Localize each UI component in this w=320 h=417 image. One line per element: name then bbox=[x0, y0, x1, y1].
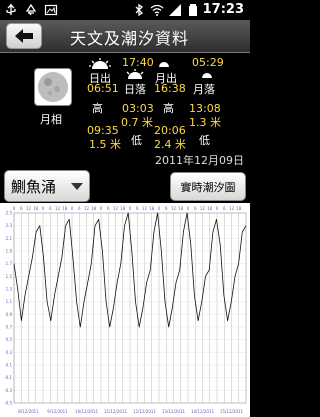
chart-top-tick-label: 6 bbox=[20, 206, 23, 211]
chart-top-tick-label: 0 bbox=[129, 206, 132, 211]
chart-top-tick-label: 6 bbox=[107, 206, 110, 211]
chart-top-tick-label: 6 bbox=[165, 206, 168, 211]
chart-top-tick-label: 6 bbox=[194, 206, 197, 211]
back-button[interactable] bbox=[6, 23, 42, 49]
tide-chart-svg: 0 6 12 18 0 6 12 18 0 6 12 18 0 6 12 18 0 6 12 18 0 6 12 18 0 6 12… bbox=[4, 206, 247, 414]
chevron-down-icon bbox=[71, 183, 83, 190]
chart-top-tick-label: 18 bbox=[91, 206, 97, 211]
moon-phase-image bbox=[34, 68, 72, 106]
chart-y-tick-label: -0.1 bbox=[4, 375, 12, 380]
chart-x-date-label: 13/12/2011 bbox=[162, 409, 186, 414]
chart-y-tick-label: 0.5 bbox=[6, 337, 13, 342]
chart-top-tick-label: 0 bbox=[216, 206, 219, 211]
chart-top-tick-label: 12 bbox=[26, 206, 32, 211]
moonset-label: 月落 bbox=[193, 83, 215, 96]
chart-top-tick-label: 12 bbox=[171, 206, 177, 211]
tide-low-label-1: 低 bbox=[131, 134, 142, 147]
bluetooth-icon bbox=[135, 3, 144, 17]
chart-top-tick-label: 0 bbox=[187, 206, 190, 211]
chart-top-tick-label: 18 bbox=[149, 206, 155, 211]
chart-top-tick-label: 18 bbox=[207, 206, 213, 211]
realtime-tide-chart-button[interactable]: 實時潮汐圖 bbox=[170, 172, 246, 201]
moonrise-time: 16:38 bbox=[154, 82, 186, 95]
tide-chart: 0 6 12 18 0 6 12 18 0 6 12 18 0 6 12 18 0 6 12 18 0 6 12 18 0 6 12… bbox=[0, 203, 250, 417]
tide-low-label-2: 低 bbox=[199, 134, 210, 147]
tide-height-3: 2.4 米 bbox=[154, 138, 186, 151]
chart-top-tick-label: 12 bbox=[84, 206, 90, 211]
chart-x-date-label: 12/12/2011 bbox=[133, 409, 157, 414]
chart-y-tick-label: 1.1 bbox=[6, 299, 13, 304]
tide-height-1: 1.5 米 bbox=[89, 138, 121, 151]
chart-top-tick-label: 0 bbox=[100, 206, 103, 211]
tide-height-2: 0.7 米 bbox=[121, 116, 153, 129]
moon-icon bbox=[38, 72, 68, 102]
chart-top-tick-label: 6 bbox=[136, 206, 139, 211]
wifi-icon bbox=[150, 4, 164, 16]
chart-top-tick-label: 18 bbox=[62, 206, 68, 211]
chart-top-tick-label: 0 bbox=[158, 206, 161, 211]
chart-top-tick-label: 12 bbox=[55, 206, 61, 211]
chart-y-tick-label: 0.9 bbox=[6, 312, 13, 317]
chart-top-tick-label: 0 bbox=[71, 206, 74, 211]
chart-top-tick-label: 6 bbox=[49, 206, 52, 211]
chart-top-tick-label: 12 bbox=[113, 206, 119, 211]
recycle-icon bbox=[25, 3, 37, 16]
chart-x-date-label: 8/12/2011 bbox=[18, 409, 39, 414]
page-title: 天文及潮汐資料 bbox=[70, 29, 190, 48]
chart-y-tick-label: -0.5 bbox=[4, 401, 12, 406]
chart-top-tick-label: 12 bbox=[229, 206, 235, 211]
tide-high-label-1: 高 bbox=[92, 102, 103, 115]
chart-y-tick-label: 1.5 bbox=[6, 274, 13, 279]
realtime-tide-chart-label: 實時潮汐圖 bbox=[180, 181, 236, 194]
chart-x-date-label: 10/12/2011 bbox=[75, 409, 99, 414]
arrow-left-icon bbox=[15, 29, 33, 43]
location-select-value: 鰂魚涌 bbox=[11, 178, 57, 196]
chart-top-tick-label: 12 bbox=[200, 206, 206, 211]
moonrise-icon bbox=[159, 62, 169, 67]
tide-high-label-2: 高 bbox=[163, 102, 174, 115]
chart-top-tick-label: 18 bbox=[236, 206, 242, 211]
sunset-icon bbox=[126, 69, 144, 79]
signal-icon bbox=[169, 4, 181, 16]
chart-top-tick-label: 18 bbox=[178, 206, 184, 211]
moon-phase-label: 月相 bbox=[40, 113, 62, 126]
chart-top-tick-label: 12 bbox=[142, 206, 148, 211]
chart-y-tick-label: 2.5 bbox=[6, 211, 13, 216]
chart-top-tick-label: 18 bbox=[33, 206, 39, 211]
chart-top-tick-label: 6 bbox=[223, 206, 226, 211]
sunrise-icon bbox=[89, 58, 111, 69]
moonset-time: 05:29 bbox=[192, 56, 224, 69]
chart-y-tick-label: 0.3 bbox=[6, 350, 13, 355]
chart-y-tick-label: 2.3 bbox=[6, 223, 13, 228]
tide-height-4: 1.3 米 bbox=[189, 116, 221, 129]
moonset-icon bbox=[202, 73, 212, 78]
chart-y-tick-label: 1.7 bbox=[6, 261, 13, 266]
chart-top-tick-label: 6 bbox=[78, 206, 81, 211]
location-select[interactable]: 鰂魚涌 bbox=[4, 170, 90, 202]
status-bar: 17:23 bbox=[0, 0, 250, 20]
chart-x-date-label: 15/12/2011 bbox=[220, 409, 244, 414]
sunrise-time: 06:51 bbox=[87, 82, 119, 95]
image-icon bbox=[44, 4, 58, 16]
chart-x-date-label: 14/12/2011 bbox=[191, 409, 215, 414]
chart-x-date-label: 9/12/2011 bbox=[47, 409, 68, 414]
chart-y-tick-label: 0.1 bbox=[6, 363, 13, 368]
chart-y-tick-label: -0.3 bbox=[4, 388, 12, 393]
sunset-label: 日落 bbox=[124, 83, 146, 96]
chart-y-tick-label: 1.3 bbox=[6, 287, 13, 292]
status-clock: 17:23 bbox=[202, 2, 244, 17]
chart-top-tick-label: 0 bbox=[13, 206, 16, 211]
chart-top-tick-label: 18 bbox=[120, 206, 126, 211]
title-bar: 天文及潮汐資料 bbox=[0, 20, 250, 53]
chart-y-tick-label: 1.9 bbox=[6, 249, 13, 254]
date-label: 2011年12月09日 bbox=[155, 154, 244, 167]
chart-x-date-label: 11/12/2011 bbox=[104, 409, 128, 414]
chart-top-tick-label: 0 bbox=[42, 206, 45, 211]
chart-y-tick-label: 0.7 bbox=[6, 325, 13, 330]
chart-y-tick-label: 2.1 bbox=[6, 236, 13, 241]
battery-icon bbox=[189, 4, 197, 16]
usb-icon bbox=[6, 4, 16, 15]
